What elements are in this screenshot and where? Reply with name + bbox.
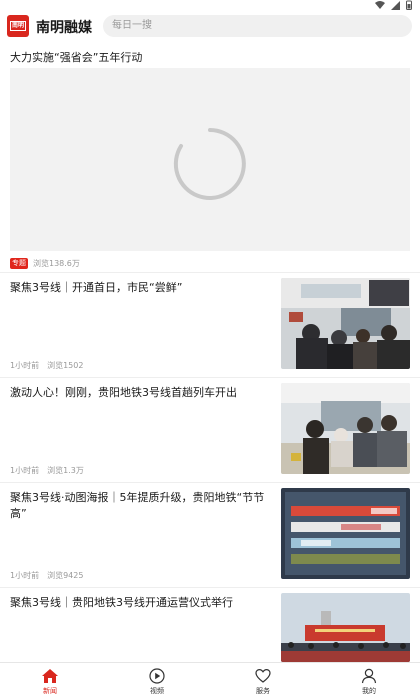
tab-news-label: 新闻 <box>43 687 57 695</box>
divider <box>0 377 420 378</box>
wifi-icon <box>375 0 385 9</box>
divider <box>0 482 420 483</box>
news-meta: 1小时前 浏览9425 <box>10 570 83 581</box>
featured-meta: 专题 浏览138.6万 <box>10 258 80 269</box>
news-views: 浏览1.3万 <box>47 466 84 475</box>
featured-views: 浏览138.6万 <box>33 259 80 268</box>
play-icon <box>149 668 165 684</box>
news-time: 1小时前 <box>10 466 40 475</box>
signal-icon <box>391 0 400 10</box>
news-item[interactable]: 聚焦3号线·动图海报｜5年提质升级，贵阳地铁“节节高” 1小时前 浏览9425 <box>0 484 420 588</box>
news-title[interactable]: 聚焦3号线·动图海报｜5年提质升级，贵阳地铁“节节高” <box>10 490 265 522</box>
status-bar <box>0 0 420 12</box>
divider <box>0 587 420 588</box>
news-thumbnail[interactable] <box>281 278 410 369</box>
tab-service-label: 服务 <box>256 687 270 695</box>
home-icon <box>42 669 58 683</box>
news-meta: 1小时前 浏览1502 <box>10 360 83 371</box>
featured-media[interactable] <box>10 68 410 251</box>
news-time: 1小时前 <box>10 361 40 370</box>
loading-spinner-icon <box>173 128 246 200</box>
news-title[interactable]: 聚焦3号线｜贵阳地铁3号线开通运营仪式举行 <box>10 595 265 611</box>
news-thumbnail[interactable] <box>281 488 410 579</box>
news-title[interactable]: 激动人心！刚刚，贵阳地铁3号线首趟列车开出 <box>10 385 265 401</box>
tab-mine-label: 我的 <box>362 687 376 695</box>
bottom-tab-bar: 新闻 视频 服务 我的 <box>0 662 420 700</box>
user-icon <box>361 668 377 684</box>
app-logo[interactable]: 南明 <box>7 15 29 37</box>
divider <box>0 272 420 273</box>
tab-service[interactable]: 服务 <box>243 668 283 700</box>
tab-mine[interactable]: 我的 <box>349 668 389 700</box>
featured-title[interactable]: 大力实施“强省会”五年行动 <box>10 49 142 65</box>
app-title: 南明融媒 <box>36 20 92 36</box>
news-thumbnail[interactable] <box>281 383 410 474</box>
news-title[interactable]: 聚焦3号线｜开通首日，市民“尝鲜” <box>10 280 265 296</box>
tab-video-label: 视频 <box>150 687 164 695</box>
news-time: 1小时前 <box>10 571 40 580</box>
status-icons <box>375 0 412 10</box>
news-thumbnail[interactable] <box>281 593 410 662</box>
news-meta: 1小时前 浏览1.3万 <box>10 465 84 476</box>
topic-badge: 专题 <box>10 258 28 269</box>
news-item[interactable]: 聚焦3号线｜开通首日，市民“尝鲜” 1小时前 浏览1502 <box>0 274 420 378</box>
battery-icon <box>406 0 412 10</box>
header: 南明 南明融媒 每日一搜 <box>0 12 420 42</box>
news-views: 浏览9425 <box>47 571 84 580</box>
news-views: 浏览1502 <box>47 361 84 370</box>
search-input[interactable]: 每日一搜 <box>103 15 412 37</box>
tab-video[interactable]: 视频 <box>137 668 177 700</box>
heart-icon <box>255 668 271 683</box>
news-item[interactable]: 激动人心！刚刚，贵阳地铁3号线首趟列车开出 1小时前 浏览1.3万 <box>0 379 420 483</box>
app-logo-text: 南明 <box>9 21 26 31</box>
tab-news[interactable]: 新闻 <box>30 668 70 700</box>
